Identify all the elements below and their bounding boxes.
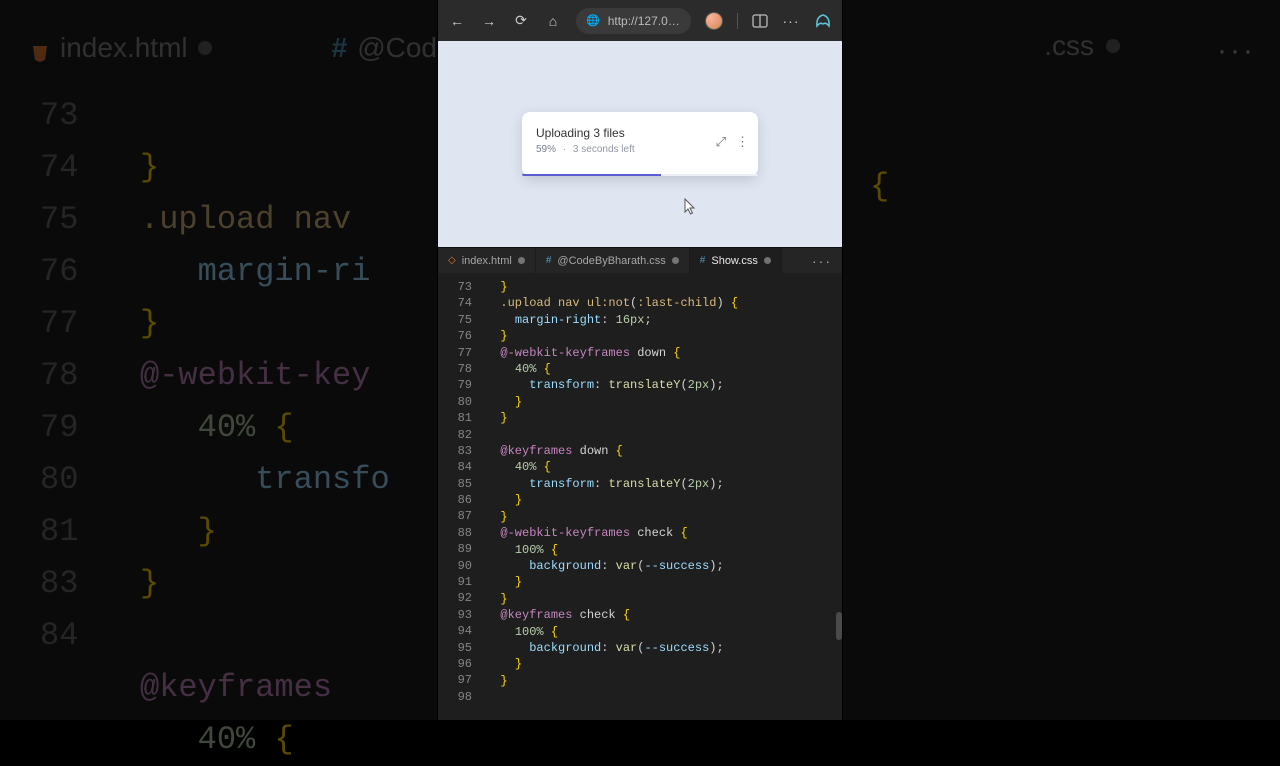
globe-icon: 🌐 — [586, 14, 600, 27]
dirty-dot-icon — [764, 257, 771, 264]
code-editor[interactable]: 7374757677787980818283848586878889909192… — [438, 273, 842, 720]
file-type-icon: ◇ — [448, 255, 456, 266]
bg-code-right: { — [870, 168, 889, 205]
divider — [737, 13, 738, 29]
css-file-icon: # — [332, 32, 348, 64]
tab-index-html[interactable]: ◇ index.html — [438, 248, 536, 273]
code-content[interactable]: } .upload nav ul:not(:last-child) { marg… — [480, 273, 842, 720]
separator-dot: · — [563, 144, 566, 155]
progress-fill — [522, 174, 661, 176]
upload-percent: 59% — [536, 144, 556, 155]
forward-button[interactable]: → — [480, 13, 498, 29]
address-bar[interactable]: 🌐 http://127.0.0.1… — [576, 8, 691, 34]
dirty-dot-icon — [198, 41, 212, 55]
tab--codebybharath-css[interactable]: # @CodeByBharath.css — [536, 248, 690, 273]
more-options-icon[interactable]: ⋮ — [736, 134, 748, 150]
bg-tab-index: index.html — [0, 24, 242, 72]
tab-label: Show.css — [711, 255, 757, 267]
bg-tab-right-label: .css — [1044, 30, 1094, 62]
tab-show-css[interactable]: # Show.css — [690, 248, 782, 273]
profile-avatar[interactable] — [705, 12, 723, 30]
tab-overflow-icon[interactable]: ··· — [802, 248, 842, 273]
more-menu-icon[interactable]: ··· — [782, 13, 800, 29]
line-numbers: 7374757677787980818283848586878889909192… — [438, 273, 480, 720]
editor-tabbar: ◇ index.html # @CodeByBharath.css # Show… — [438, 247, 842, 273]
expand-icon[interactable]: ⤢ — [716, 134, 726, 150]
progress-track — [522, 174, 758, 176]
upload-toast: Uploading 3 files 59% · 3 seconds left ⤢… — [522, 112, 758, 176]
overflow-menu-icon: ··· — [1217, 34, 1256, 68]
dirty-dot-icon — [1106, 39, 1120, 53]
file-type-icon: # — [546, 255, 552, 266]
copilot-icon[interactable] — [814, 12, 832, 30]
page-preview: Uploading 3 files 59% · 3 seconds left ⤢… — [438, 41, 842, 247]
bg-line-numbers: 7374757677787980818384 — [40, 90, 78, 662]
address-url: http://127.0.0.1… — [608, 14, 681, 28]
bg-code: } .upload nav margin-ri } @-webkit-key 4… — [140, 90, 390, 766]
tab-label: index.html — [462, 255, 512, 267]
mouse-cursor-icon — [684, 198, 696, 216]
html-file-icon — [30, 38, 50, 58]
upload-remaining: 3 seconds left — [573, 144, 635, 155]
bg-tab-label: index.html — [60, 32, 188, 64]
browser-chrome: ← → ⟳ ⌂ 🌐 http://127.0.0.1… ··· — [438, 0, 842, 41]
back-button[interactable]: ← — [448, 13, 466, 29]
scrollbar-thumb[interactable] — [836, 612, 842, 640]
dirty-dot-icon — [672, 257, 679, 264]
tab-label: @CodeByBharath.css — [557, 255, 665, 267]
upload-subtitle: 59% · 3 seconds left — [536, 144, 744, 155]
reload-button[interactable]: ⟳ — [512, 12, 530, 29]
file-type-icon: # — [700, 255, 706, 266]
center-column: ← → ⟳ ⌂ 🌐 http://127.0.0.1… ··· Uploadin… — [438, 0, 842, 720]
split-screen-icon[interactable] — [752, 13, 768, 29]
upload-title: Uploading 3 files — [536, 126, 744, 140]
dirty-dot-icon — [518, 257, 525, 264]
home-button[interactable]: ⌂ — [544, 13, 562, 29]
bg-tab-right: .css — [1044, 30, 1120, 62]
